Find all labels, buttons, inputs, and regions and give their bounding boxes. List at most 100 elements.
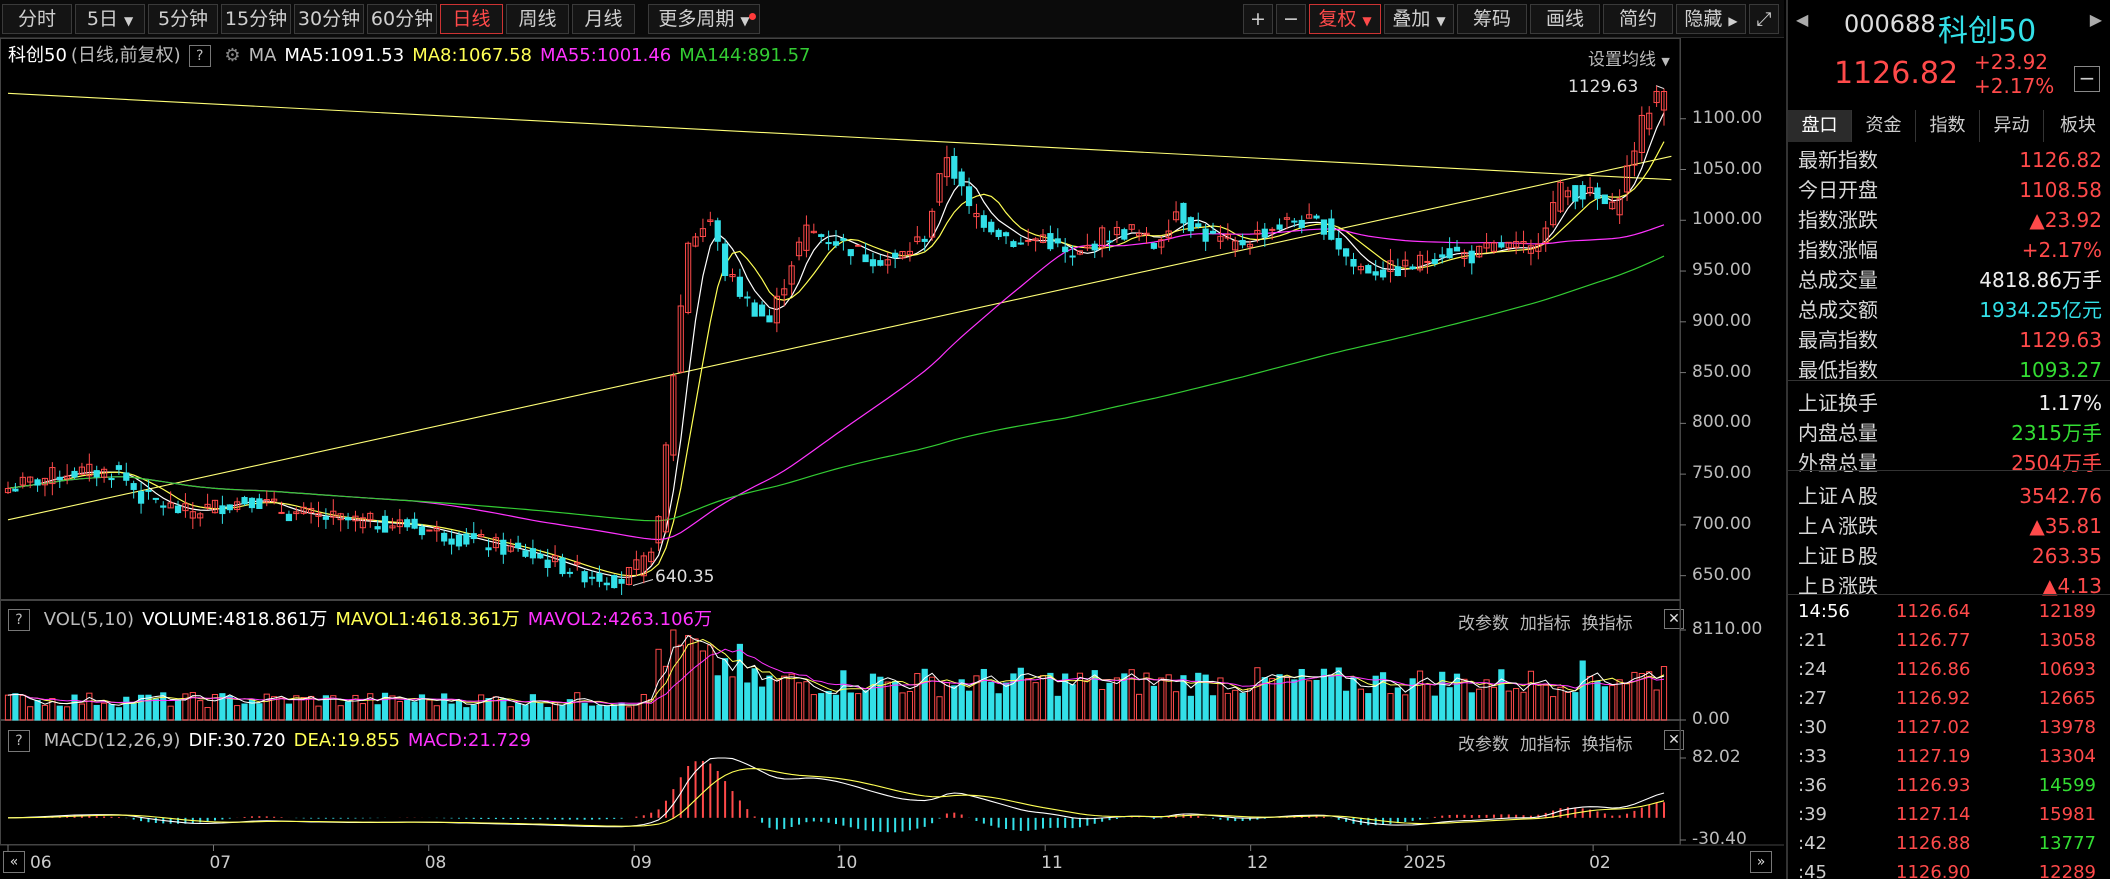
volume-bar bbox=[441, 693, 448, 721]
candle-down bbox=[1239, 240, 1246, 246]
quote-row-label: 上证Ａ股 bbox=[1798, 484, 1878, 508]
volume-bar bbox=[574, 692, 581, 721]
volume-bar bbox=[1039, 675, 1047, 721]
period-5day[interactable]: 5日 ▼ bbox=[75, 4, 145, 34]
volume-bar bbox=[588, 705, 596, 721]
hide-button[interactable]: 隐藏 ▶ bbox=[1676, 4, 1746, 34]
candle-down bbox=[1062, 246, 1069, 253]
tab-sector[interactable]: 板块 bbox=[2044, 110, 2110, 142]
volume-bar bbox=[1209, 695, 1217, 721]
volume-bar bbox=[300, 697, 307, 721]
volume-bar bbox=[855, 693, 862, 721]
scroll-right-icon[interactable]: » bbox=[1750, 851, 1772, 873]
volume-bar bbox=[1054, 695, 1061, 721]
candle-down bbox=[1372, 271, 1379, 276]
candle-down bbox=[722, 243, 729, 277]
adjust-button[interactable]: 复权 ▼ bbox=[1309, 4, 1381, 34]
candle-down bbox=[1594, 187, 1601, 199]
candle-up bbox=[426, 529, 433, 532]
zoom-in-button[interactable]: + bbox=[1243, 4, 1273, 34]
candle-down bbox=[219, 505, 226, 515]
more-periods-button[interactable]: 更多周期 ▼ bbox=[648, 4, 760, 34]
candle-down bbox=[241, 497, 248, 505]
volume-bar bbox=[729, 676, 736, 721]
candle-down bbox=[93, 470, 100, 478]
draw-button[interactable]: 画线 bbox=[1530, 4, 1600, 34]
candle-down bbox=[529, 548, 536, 559]
period-5min[interactable]: 5分钟 bbox=[148, 4, 218, 34]
tab-funds[interactable]: 资金 bbox=[1852, 110, 1916, 142]
volume-bar bbox=[1446, 687, 1453, 721]
period-15min[interactable]: 15分钟 bbox=[221, 4, 291, 34]
period-fenshi[interactable]: 分时 bbox=[2, 4, 72, 34]
tab-index[interactable]: 指数 bbox=[1916, 110, 1980, 142]
trendline-1 bbox=[7, 92, 1672, 181]
date-tick-label: 08 bbox=[424, 853, 447, 873]
tick-row: 14:56 1126.64 12189 bbox=[1788, 597, 2110, 626]
tab-unusual[interactable]: 异动 bbox=[1980, 110, 2044, 142]
volume-bar bbox=[1520, 691, 1527, 721]
overlay-button[interactable]: 叠加 ▼ bbox=[1384, 4, 1454, 34]
volume-bar bbox=[906, 690, 914, 721]
zoom-out-button[interactable]: − bbox=[1276, 4, 1306, 34]
collapse-icon[interactable]: − bbox=[2074, 66, 2100, 92]
volume-bar bbox=[892, 681, 899, 721]
period-60min[interactable]: 60分钟 bbox=[367, 4, 437, 34]
scroll-left-icon[interactable]: « bbox=[3, 851, 25, 873]
volume-bar bbox=[1572, 692, 1579, 721]
volume-bar bbox=[426, 699, 433, 721]
chips-button[interactable]: 筹码 bbox=[1457, 4, 1527, 34]
kline-chart[interactable] bbox=[0, 38, 1784, 879]
volume-bar bbox=[1254, 667, 1261, 721]
price-tick-label: 850.00 bbox=[1692, 361, 1752, 382]
volume-bar bbox=[197, 700, 204, 721]
simple-button[interactable]: 简约 bbox=[1603, 4, 1673, 34]
volume-bar bbox=[374, 704, 381, 721]
quote-row: 总成交量 4818.86万手 bbox=[1788, 265, 2110, 295]
quote-row: 内盘总量 2315万手 bbox=[1788, 418, 2110, 448]
quote-row-value: 263.35 bbox=[2032, 544, 2102, 568]
tick-time: :42 bbox=[1798, 833, 1827, 854]
quote-row: 最高指数 1129.63 bbox=[1788, 325, 2110, 355]
expand-icon[interactable]: ⤢ bbox=[1749, 4, 1779, 34]
price-tick-label: 1050.00 bbox=[1692, 158, 1763, 179]
volume-bar bbox=[152, 698, 159, 721]
tick-row: :21 1126.77 13058 bbox=[1788, 626, 2110, 655]
tick-price: 1126.92 bbox=[1896, 688, 1971, 709]
volume-bar bbox=[840, 670, 847, 721]
candle-down bbox=[847, 249, 854, 257]
tick-volume: 12289 bbox=[2038, 862, 2096, 879]
volume-bar bbox=[1564, 691, 1571, 721]
volume-bar bbox=[234, 705, 241, 721]
price-tick-label: 1100.00 bbox=[1692, 107, 1763, 128]
volume-bar bbox=[544, 706, 551, 721]
period-daily[interactable]: 日线 bbox=[440, 4, 503, 34]
volume-bar bbox=[204, 706, 211, 721]
candle-down bbox=[418, 526, 426, 536]
candle-down bbox=[411, 518, 418, 529]
quote-row-label: 今日开盘 bbox=[1798, 178, 1878, 202]
quote-row-label: 上证换手 bbox=[1798, 391, 1878, 415]
candle-down bbox=[71, 470, 78, 478]
volume-bar bbox=[1468, 692, 1475, 721]
volume-bar bbox=[736, 643, 743, 721]
candle-up bbox=[1025, 239, 1032, 242]
prev-stock-icon[interactable]: ◀ bbox=[1796, 10, 1808, 29]
volume-bar bbox=[751, 668, 758, 721]
next-stock-icon[interactable]: ▶ bbox=[2090, 10, 2102, 29]
candle-down bbox=[892, 252, 899, 258]
volume-bar bbox=[19, 694, 26, 721]
period-weekly[interactable]: 周线 bbox=[506, 4, 569, 34]
candle-down bbox=[1298, 219, 1305, 229]
period-monthly[interactable]: 月线 bbox=[572, 4, 635, 34]
candle-up bbox=[278, 511, 285, 514]
volume-bar bbox=[337, 705, 344, 721]
tick-volume: 13777 bbox=[2038, 833, 2096, 854]
price-tick-label: 700.00 bbox=[1692, 513, 1752, 534]
quote-row: 总成交额 1934.25亿元 bbox=[1788, 295, 2110, 325]
volume-bar bbox=[1283, 676, 1291, 721]
volume-bar bbox=[810, 694, 817, 721]
tab-handicap[interactable]: 盘口 bbox=[1788, 110, 1852, 142]
trendline-2 bbox=[7, 155, 1672, 521]
period-30min[interactable]: 30分钟 bbox=[294, 4, 364, 34]
